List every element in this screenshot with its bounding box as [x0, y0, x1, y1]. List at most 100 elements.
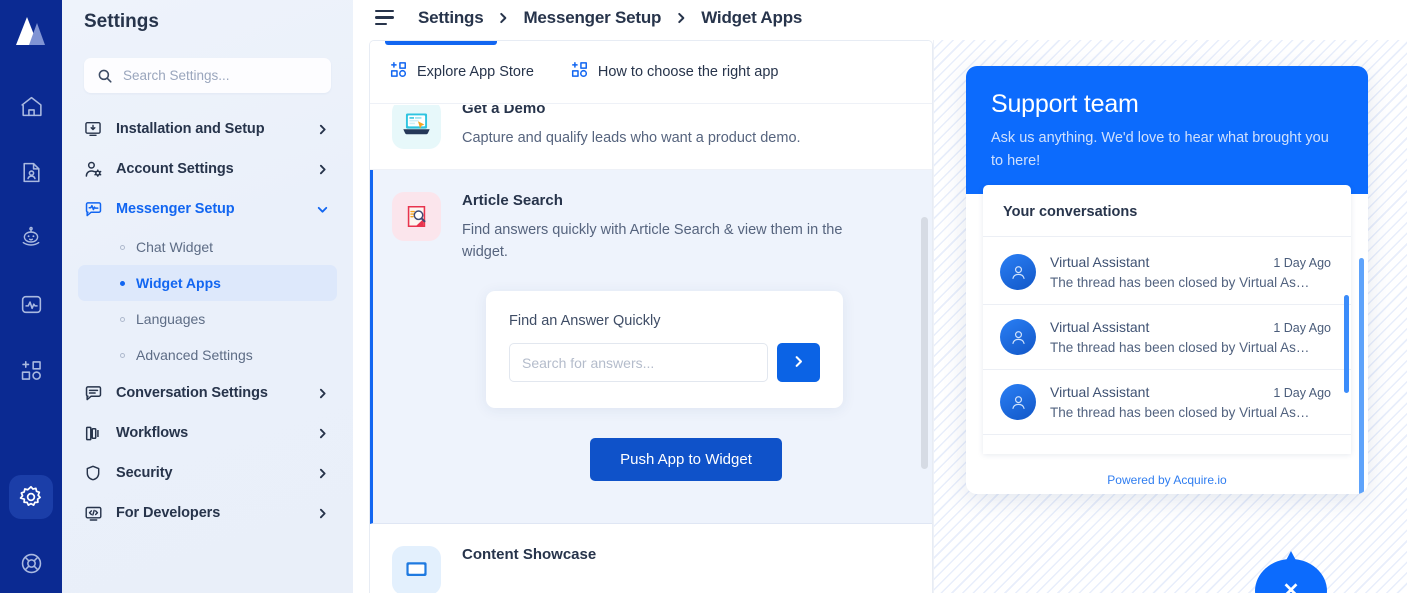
sidebar-item-conversation-settings[interactable]: Conversation Settings: [78, 373, 337, 413]
account-icon: [84, 160, 112, 179]
settings-nav: Installation and Setup Account Settings: [62, 109, 353, 533]
chevron-down-icon: [316, 203, 329, 216]
answer-search-input[interactable]: [509, 343, 768, 382]
app-card-title: Article Search: [462, 192, 563, 209]
chevron-right-icon: [316, 163, 329, 176]
rail-item-home[interactable]: [9, 84, 53, 128]
breadcrumb: Settings Messenger Setup Widget Apps: [418, 8, 802, 28]
sidebar-item-label: Conversation Settings: [116, 385, 268, 401]
find-answer-title: Find an Answer Quickly: [509, 313, 661, 329]
breadcrumb-widget-apps: Widget Apps: [701, 7, 803, 27]
chat-widget-preview: Support team Ask us anything. We'd love …: [966, 66, 1368, 494]
app-link-label: How to choose the right app: [597, 64, 779, 80]
conversation-name: Virtual Assistant: [1050, 254, 1150, 270]
rail-item-bot[interactable]: [9, 216, 53, 260]
chevron-right-icon: [316, 123, 329, 136]
rail-item-contacts[interactable]: [9, 150, 53, 194]
avatar: [1000, 319, 1036, 355]
sidebar-item-workflows[interactable]: Workflows: [78, 413, 337, 453]
settings-sidebar: Settings Installation and Setup: [62, 0, 353, 593]
answer-submit-button[interactable]: [777, 343, 820, 382]
chevron-right-icon: [496, 11, 510, 25]
list-item[interactable]: Virtual Assistant 1 Day Ago The thread h…: [983, 305, 1351, 370]
app-card-title: Content Showcase: [462, 546, 597, 563]
content-wrapper: Explore App Store How to choose the righ…: [369, 40, 1407, 593]
widget-scrollbar[interactable]: [1359, 258, 1364, 494]
chevron-right-icon: [316, 387, 329, 400]
close-widget-button[interactable]: ✕: [1255, 551, 1327, 593]
sidebar-item-advanced-settings[interactable]: Advanced Settings: [78, 337, 337, 373]
conversation-time: 1 Day Ago: [1273, 386, 1331, 400]
widget-subheading: Ask us anything. We'd love to hear what …: [991, 130, 1329, 169]
apps-scroll-area: Get a Demo Capture and qualify leads who…: [370, 105, 932, 593]
apps-grid-icon: [570, 60, 589, 84]
sidebar-item-widget-apps[interactable]: Widget Apps: [78, 265, 337, 301]
list-item[interactable]: Virtual Assistant 1 Day Ago The thread h…: [983, 240, 1351, 305]
conversations-card: Your conversations Virtual Assistant 1 D…: [983, 185, 1351, 454]
sidebar-item-label: Account Settings: [116, 161, 234, 177]
hamburger-icon[interactable]: [375, 9, 394, 26]
messenger-icon: [84, 200, 112, 219]
shield-icon: [84, 464, 112, 482]
how-to-choose-link[interactable]: How to choose the right app: [570, 60, 779, 84]
chevron-right-icon: [316, 507, 329, 520]
bullet-icon: [120, 280, 125, 286]
push-app-to-widget-button[interactable]: Push App to Widget: [590, 438, 782, 481]
conversations-title: Your conversations: [983, 185, 1351, 237]
bot-icon: [18, 225, 44, 251]
acquire-logo[interactable]: [0, 0, 62, 62]
search-input[interactable]: [123, 68, 303, 83]
article-search-icon: [392, 192, 441, 241]
sidebar-item-languages[interactable]: Languages: [78, 301, 337, 337]
sidebar-item-chat-widget[interactable]: Chat Widget: [78, 229, 337, 265]
powered-by-link[interactable]: Powered by Acquire.io: [966, 466, 1368, 494]
conversation-snippet: The thread has been closed by Virtual As…: [1050, 275, 1310, 290]
sidebar-item-security[interactable]: Security: [78, 453, 337, 493]
conversation-snippet: The thread has been closed by Virtual As…: [1050, 405, 1310, 420]
rail-item-settings[interactable]: [9, 475, 53, 519]
app-card-get-a-demo[interactable]: Get a Demo Capture and qualify leads who…: [370, 105, 932, 170]
content-showcase-icon: [392, 546, 441, 593]
chevron-right-icon: [674, 11, 688, 25]
lifebuoy-icon: [19, 551, 44, 576]
conversation-time: 1 Day Ago: [1273, 256, 1331, 270]
app-card-article-search[interactable]: Article Search Find answers quickly with…: [370, 170, 932, 524]
apps-icon: [19, 358, 44, 383]
top-bar: Settings Messenger Setup Widget Apps: [353, 0, 1407, 35]
sidebar-item-messenger-setup[interactable]: Messenger Setup: [78, 189, 337, 229]
sidebar-item-installation-and-setup[interactable]: Installation and Setup: [78, 109, 337, 149]
search-icon: [97, 68, 113, 84]
widget-heading: Support team: [991, 90, 1139, 118]
sidebar-subitem-label: Chat Widget: [136, 239, 214, 255]
demo-laptop-icon: [392, 105, 441, 149]
explore-app-store-link[interactable]: Explore App Store: [389, 60, 534, 84]
sidebar-item-label: For Developers: [116, 505, 221, 521]
install-icon: [84, 120, 112, 138]
app-card-title: Get a Demo: [462, 105, 546, 117]
breadcrumb-messenger-setup[interactable]: Messenger Setup: [523, 8, 661, 28]
sidebar-item-for-developers[interactable]: For Developers: [78, 493, 337, 533]
app-card-content-showcase[interactable]: Content Showcase: [370, 524, 932, 593]
content-scrollbar[interactable]: [921, 217, 928, 469]
bullet-icon: [120, 244, 125, 250]
rail-item-help[interactable]: [9, 541, 53, 585]
conversation-name: Virtual Assistant: [1050, 384, 1150, 400]
list-item[interactable]: Virtual Assistant 1 Day Ago The thread h…: [983, 370, 1351, 435]
search-settings-box[interactable]: [84, 58, 331, 93]
active-tab-indicator: [385, 41, 497, 45]
conversations-scrollbar[interactable]: [1344, 295, 1349, 393]
chevron-right-icon: [316, 427, 329, 440]
rail-item-analytics[interactable]: [9, 282, 53, 326]
breadcrumb-settings[interactable]: Settings: [418, 8, 484, 28]
analytics-icon: [19, 292, 44, 317]
page-title: Settings: [84, 11, 159, 32]
sidebar-subitem-label: Languages: [136, 311, 206, 327]
rail-item-apps[interactable]: [9, 348, 53, 392]
sidebar-item-account-settings[interactable]: Account Settings: [78, 149, 337, 189]
sidebar-item-label: Workflows: [116, 425, 189, 441]
widget-preview-pane: Support team Ask us anything. We'd love …: [933, 40, 1407, 593]
contacts-icon: [19, 160, 44, 185]
code-icon: [84, 504, 112, 523]
conversation-snippet: The thread has been closed by Virtual As…: [1050, 340, 1310, 355]
sidebar-item-label: Security: [116, 465, 173, 481]
